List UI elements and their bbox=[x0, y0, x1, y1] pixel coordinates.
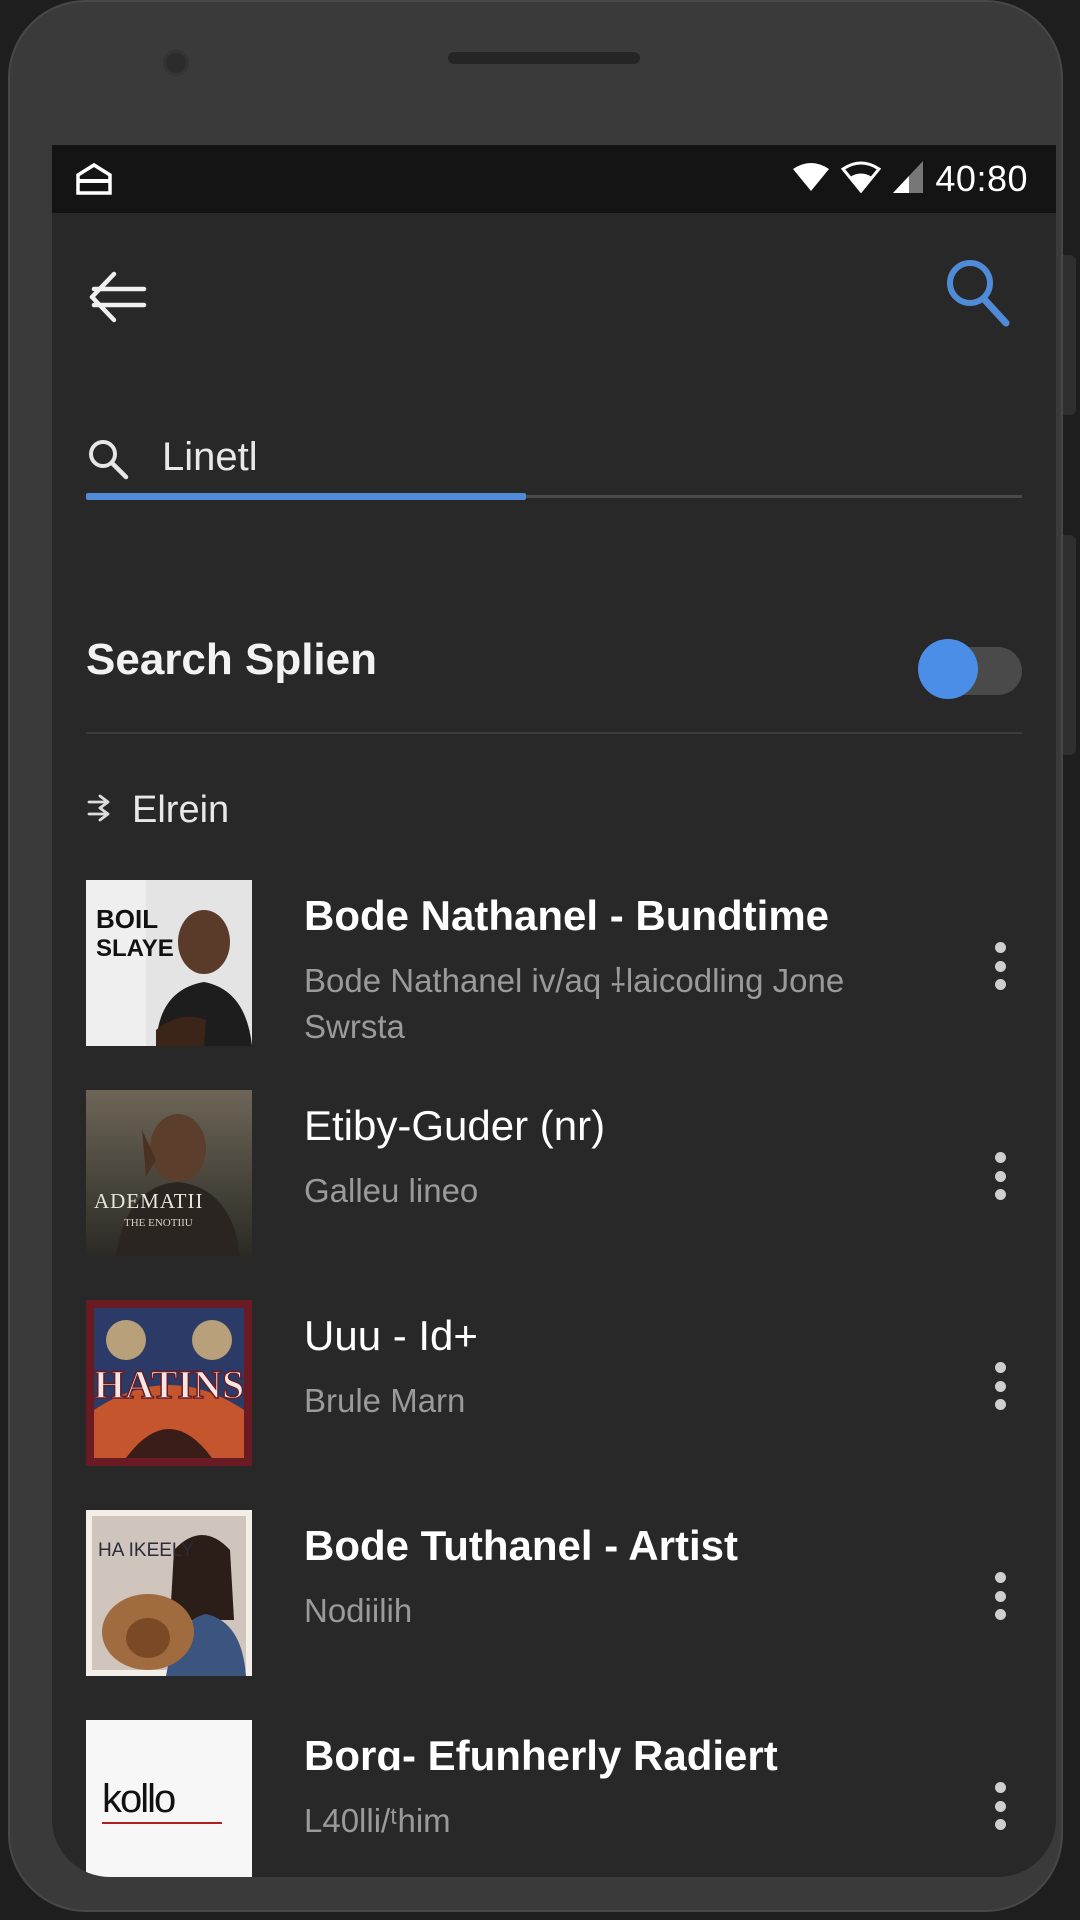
arrow-turn-icon bbox=[86, 794, 114, 827]
album-cover: HATINS bbox=[86, 1300, 252, 1466]
search-icon bbox=[942, 260, 1014, 335]
more-dot-icon bbox=[994, 1152, 1006, 1163]
toggle-label: Search Splien bbox=[86, 635, 378, 684]
result-subtitle: L40lli/ᵗhim bbox=[304, 1802, 451, 1839]
more-dot-icon bbox=[994, 1800, 1006, 1812]
more-dot-icon bbox=[994, 1572, 1006, 1583]
cover-text-line-1: ADEMATII bbox=[94, 1189, 203, 1213]
section-title: Elrein bbox=[132, 788, 230, 831]
album-cover: ADEMATII THE ENOTIIU bbox=[86, 1090, 252, 1256]
front-camera bbox=[163, 50, 189, 76]
result-subtitle: Bode Nathanel iv/aq ⸸laicodling Jone Swr… bbox=[304, 962, 845, 1045]
list-item[interactable]: ADEMATII THE ENOTIIU Etiby-Guder (nr) Ga… bbox=[86, 1090, 1042, 1258]
status-bar: 40:80 bbox=[52, 145, 1056, 213]
more-options-button[interactable] bbox=[978, 1350, 1022, 1422]
cover-text-line-2: THE ENOTIIU bbox=[124, 1217, 193, 1229]
more-dot-icon bbox=[994, 1399, 1006, 1410]
search-input[interactable] bbox=[162, 435, 1002, 480]
search-button[interactable] bbox=[942, 255, 1014, 331]
cover-text-line-1: kollo bbox=[102, 1777, 175, 1821]
album-cover: BOIL SLAYE bbox=[86, 880, 252, 1046]
result-subtitle: Nodiilih bbox=[304, 1592, 413, 1629]
more-dot-icon bbox=[994, 1380, 1006, 1392]
search-progress-bar bbox=[86, 493, 526, 500]
more-dot-icon bbox=[994, 1819, 1006, 1830]
result-subtitle: Galleu lineo bbox=[304, 1172, 479, 1209]
result-title: Etiby-Guder (nr) bbox=[304, 1102, 606, 1149]
search-field-icon bbox=[86, 437, 130, 486]
status-time: 40:80 bbox=[935, 158, 1028, 199]
home-icon bbox=[74, 161, 114, 202]
signal-icon bbox=[891, 159, 925, 200]
result-subtitle: Brule Marn bbox=[304, 1382, 466, 1419]
album-cover: HA IKEELY bbox=[86, 1510, 252, 1676]
screen: 40:80 Linetl Search Splien Elrein BOIL S… bbox=[52, 145, 1056, 1877]
more-dot-icon bbox=[994, 1782, 1006, 1793]
back-arrow-icon bbox=[86, 271, 150, 330]
phone-frame: 40:80 Linetl Search Splien Elrein BOIL S… bbox=[8, 0, 1076, 1912]
cover-text-line-1: HA IKEELY bbox=[98, 1540, 194, 1561]
cover-text-line-1: HATINS bbox=[94, 1362, 244, 1407]
toggle-knob bbox=[918, 639, 978, 699]
cover-text-line-2: SLAYE bbox=[96, 935, 174, 962]
search-toggle-row: Search Splien bbox=[86, 605, 1022, 735]
result-title: Borɑ- Efunherly Radiert bbox=[304, 1732, 778, 1779]
more-options-button[interactable] bbox=[978, 930, 1022, 1002]
more-options-button[interactable] bbox=[978, 1140, 1022, 1212]
more-dot-icon bbox=[994, 1362, 1006, 1373]
more-dot-icon bbox=[994, 942, 1006, 953]
search-underline bbox=[86, 493, 1022, 500]
list-item[interactable]: kollo Borɑ- Efunherly Radiert L40lli/ᵗhi… bbox=[86, 1720, 1042, 1877]
result-title: Uuu - Id+ bbox=[304, 1312, 478, 1359]
power-button bbox=[1063, 535, 1076, 755]
search-toggle-switch[interactable] bbox=[918, 635, 1022, 701]
list-item[interactable]: BOIL SLAYE Bode Nathanel - Bundtime Bode… bbox=[86, 880, 1042, 1048]
result-title: Bode Nathanel - Bundtime bbox=[304, 892, 830, 939]
more-dot-icon bbox=[994, 960, 1006, 972]
more-dot-icon bbox=[994, 979, 1006, 990]
more-dot-icon bbox=[994, 1609, 1006, 1620]
earpiece-speaker bbox=[448, 52, 640, 64]
list-item[interactable]: HA IKEELY Bode Tuthanel - Artist Nodiili… bbox=[86, 1510, 1042, 1678]
divider bbox=[86, 732, 1022, 734]
list-item[interactable]: HATINS Uuu - Id+ Brule Marn bbox=[86, 1300, 1042, 1468]
more-dot-icon bbox=[994, 1590, 1006, 1602]
more-dot-icon bbox=[994, 1189, 1006, 1200]
section-header: Elrein bbox=[86, 780, 229, 840]
cover-text-line-1: BOIL bbox=[96, 904, 158, 934]
album-cover: kollo bbox=[86, 1720, 252, 1877]
wifi-alt-icon bbox=[841, 161, 882, 198]
back-button[interactable] bbox=[86, 268, 150, 326]
more-options-button[interactable] bbox=[978, 1770, 1022, 1842]
wifi-icon bbox=[791, 161, 831, 198]
more-options-button[interactable] bbox=[978, 1560, 1022, 1632]
result-title: Bode Tuthanel - Artist bbox=[304, 1522, 738, 1569]
more-dot-icon bbox=[994, 1170, 1006, 1182]
search-field[interactable] bbox=[86, 425, 1022, 505]
volume-button bbox=[1063, 255, 1076, 415]
app-bar bbox=[52, 213, 1056, 363]
